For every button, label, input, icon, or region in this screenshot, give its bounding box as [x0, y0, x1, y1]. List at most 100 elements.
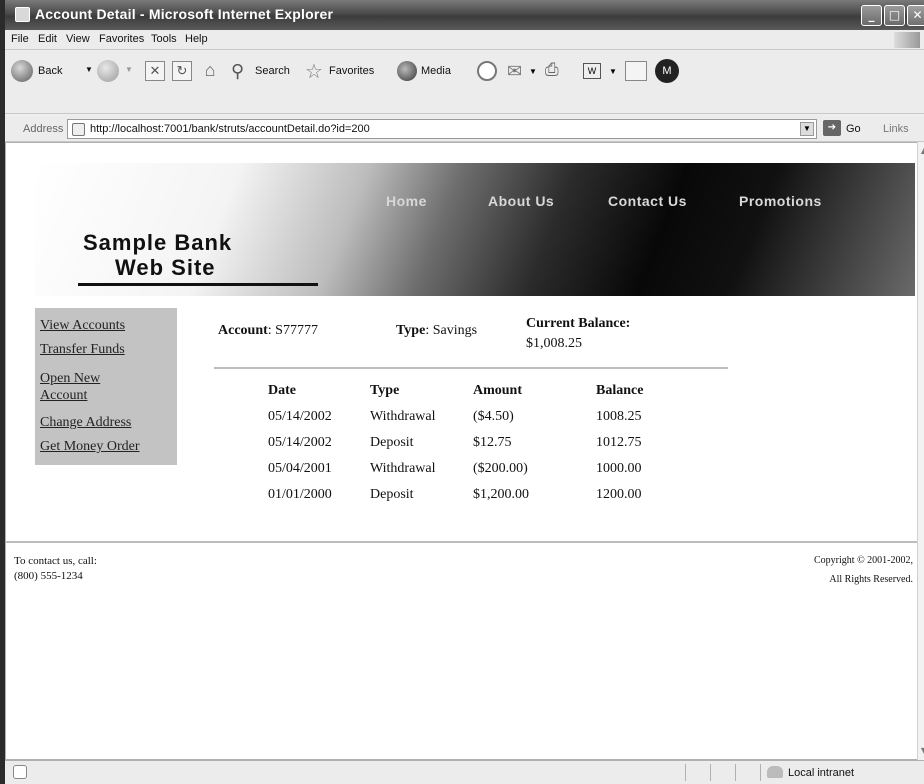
go-arrow-icon[interactable]: ➔: [823, 120, 841, 136]
balance-label: Current Balance:: [526, 316, 631, 331]
sidebar-transfer-funds[interactable]: Transfer Funds: [40, 341, 125, 358]
col-header-amount: Amount: [473, 383, 523, 398]
address-input[interactable]: http://localhost:7001/bank/struts/accoun…: [67, 119, 817, 139]
table-row-2-date: 05/14/2002: [268, 435, 332, 450]
nav-contact-us[interactable]: Contact Us: [608, 193, 687, 209]
forward-button[interactable]: [97, 60, 119, 82]
search-label: Search: [255, 65, 290, 77]
menu-tools[interactable]: Tools: [151, 33, 177, 45]
site-banner: Home About Us Contact Us Promotions Samp…: [35, 163, 915, 296]
favorites-star-icon: ☆: [305, 61, 323, 83]
close-button[interactable]: ✕: [907, 5, 924, 26]
mail-dropdown-icon: ▼: [529, 67, 537, 76]
account-type: Type: Savings: [396, 323, 477, 339]
media-icon: [397, 61, 417, 81]
menu-view[interactable]: View: [66, 33, 90, 45]
history-button[interactable]: [477, 61, 497, 81]
title-bar: Account Detail - Microsoft Internet Expl…: [5, 0, 924, 30]
table-row-4-date: 01/01/2000: [268, 487, 332, 502]
status-separator: [760, 764, 761, 781]
vertical-scrollbar[interactable]: ▲ ▼: [917, 142, 924, 760]
col-header-balance: Balance: [596, 383, 644, 398]
links-button[interactable]: Links: [883, 123, 909, 135]
table-row-3-date: 05/04/2001: [268, 461, 332, 476]
account-number: Account: S77777: [218, 323, 318, 339]
footer-copyright-line1: Copyright © 2001-2002,: [814, 555, 913, 566]
back-button[interactable]: Back ▼: [11, 59, 93, 85]
nav-promotions[interactable]: Promotions: [739, 193, 822, 209]
sidebar-get-money-order[interactable]: Get Money Order: [40, 438, 140, 455]
table-row-1-date: 05/14/2002: [268, 409, 332, 424]
address-label: Address: [23, 123, 64, 135]
discuss-button[interactable]: [625, 61, 647, 81]
scroll-down-icon[interactable]: ▼: [918, 746, 924, 756]
favorites-label: Favorites: [329, 65, 375, 77]
col-header-type: Type: [370, 383, 400, 398]
messenger-button[interactable]: M: [655, 59, 679, 83]
menu-help[interactable]: Help: [185, 33, 208, 45]
sidebar-open-new-account-line2[interactable]: Account: [40, 387, 87, 404]
mail-icon: ✉: [507, 61, 523, 81]
table-row-4-type: Deposit: [370, 487, 414, 502]
back-arrow-icon: [11, 60, 33, 82]
favorites-button[interactable]: ☆ Favorites: [305, 59, 391, 85]
status-separator: [710, 764, 711, 781]
table-row-1-amount: ($4.50): [473, 409, 514, 424]
scroll-up-icon[interactable]: ▲: [918, 146, 924, 156]
site-logo-line1: Sample Bank: [83, 230, 233, 255]
type-label: Type: [396, 323, 426, 338]
back-dropdown-icon[interactable]: ▼: [85, 65, 93, 74]
col-header-date: Date: [268, 383, 296, 398]
window-title: Account Detail - Microsoft Internet Expl…: [35, 6, 334, 22]
media-button[interactable]: Media: [397, 59, 467, 85]
sidebar-change-address[interactable]: Change Address: [40, 414, 131, 431]
menu-file[interactable]: File: [11, 33, 29, 45]
table-row-2-balance: 1012.75: [596, 435, 642, 450]
sidebar-open-new-account-line1[interactable]: Open New: [40, 370, 100, 387]
menu-bar: File Edit View Favorites Tools Help: [5, 30, 924, 50]
search-button[interactable]: ⚲ Search: [231, 59, 299, 85]
nav-home[interactable]: Home: [386, 193, 427, 209]
table-row-3-type: Withdrawal: [370, 461, 436, 476]
summary-divider: [214, 367, 728, 369]
mail-button[interactable]: ✉ ▼: [507, 61, 541, 83]
footer-divider: [6, 541, 918, 543]
media-label: Media: [421, 65, 451, 77]
footer-copyright-line2: All Rights Reserved.: [829, 574, 913, 585]
address-url: http://localhost:7001/bank/struts/accoun…: [90, 123, 370, 135]
refresh-button[interactable]: ↻: [172, 61, 192, 81]
logo-underline: [78, 283, 318, 286]
site-logo-line2: Web Site: [115, 255, 216, 280]
table-row-2-type: Deposit: [370, 435, 414, 450]
table-row-2-amount: $12.75: [473, 435, 512, 450]
menu-edit[interactable]: Edit: [38, 33, 57, 45]
menu-favorites[interactable]: Favorites: [99, 33, 144, 45]
table-row-1-type: Withdrawal: [370, 409, 436, 424]
security-zone: Local intranet: [788, 767, 855, 779]
nav-about-us[interactable]: About Us: [488, 193, 554, 209]
status-separator: [735, 764, 736, 781]
page-content: Home About Us Contact Us Promotions Samp…: [5, 142, 920, 760]
edit-button[interactable]: W ▼: [583, 61, 619, 83]
sidebar-view-accounts[interactable]: View Accounts: [40, 317, 125, 334]
status-separator: [685, 764, 686, 781]
browser-window: Account Detail - Microsoft Internet Expl…: [0, 0, 924, 784]
forward-dropdown-icon[interactable]: ▼: [125, 65, 133, 74]
minimize-button[interactable]: _: [861, 5, 882, 26]
windows-logo-icon: [894, 32, 920, 48]
address-dropdown-icon[interactable]: ▼: [800, 122, 814, 136]
search-icon: ⚲: [231, 61, 245, 81]
table-row-3-amount: ($200.00): [473, 461, 528, 476]
table-row-3-balance: 1000.00: [596, 461, 642, 476]
table-row-4-balance: 1200.00: [596, 487, 642, 502]
intranet-zone-icon: [767, 766, 783, 778]
home-button[interactable]: ⌂: [198, 59, 222, 83]
account-value: : S77777: [267, 323, 318, 338]
stop-button[interactable]: ✕: [145, 61, 165, 81]
balance-value: $1,008.25: [526, 336, 582, 351]
go-button[interactable]: Go: [846, 123, 861, 135]
print-button[interactable]: ⎙: [545, 60, 567, 82]
maximize-button[interactable]: □: [884, 5, 905, 26]
status-page-icon: [13, 765, 27, 779]
edit-dropdown-icon: ▼: [609, 67, 617, 76]
